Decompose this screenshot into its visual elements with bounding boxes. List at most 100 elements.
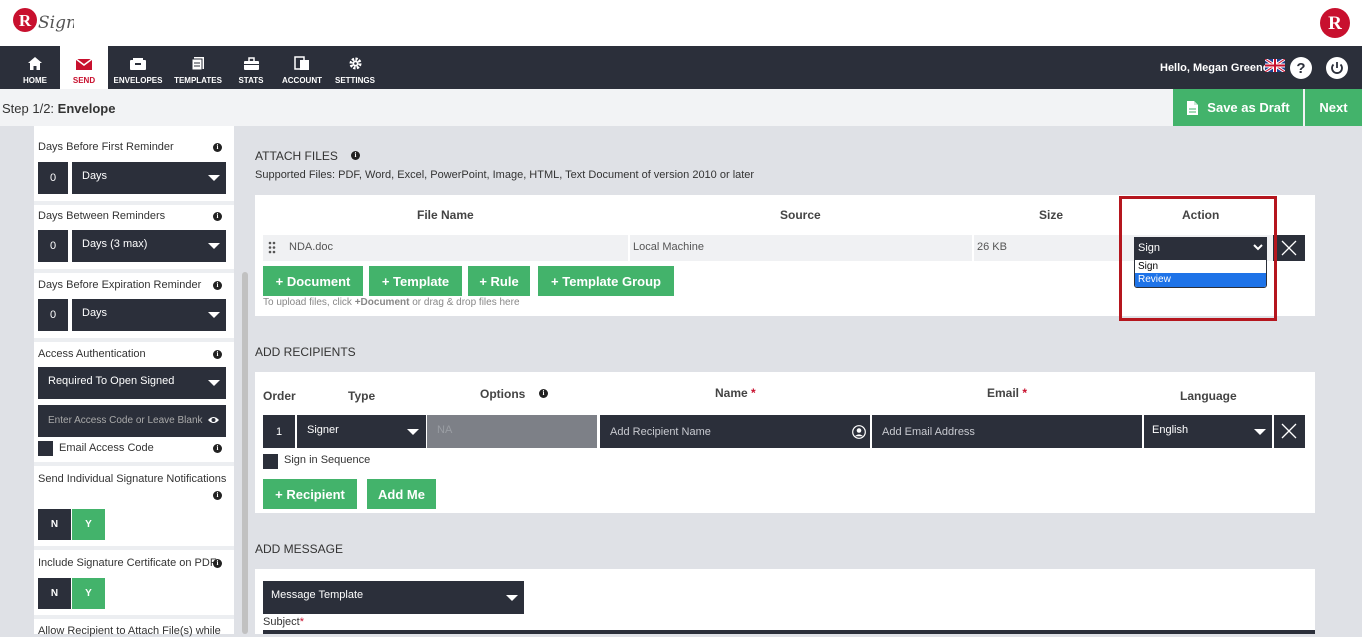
add-me-button[interactable]: Add Me — [367, 479, 436, 509]
cell-divider — [628, 235, 630, 261]
access-auth-select[interactable]: Required To Open Signed — [38, 367, 226, 399]
access-code-input[interactable]: Enter Access Code or Leave Blank — [38, 405, 226, 437]
notifications-no-toggle[interactable]: N — [38, 509, 71, 540]
required-mark: * — [299, 616, 304, 628]
add-template-button[interactable]: + Template — [369, 266, 462, 296]
save-draft-button[interactable]: Save as Draft — [1173, 89, 1303, 126]
drag-handle-icon[interactable] — [268, 241, 276, 254]
info-icon[interactable]: i — [213, 281, 222, 290]
chevron-down-icon — [407, 429, 419, 435]
nav-account[interactable]: ACCOUNT — [280, 46, 324, 89]
svg-text:R: R — [19, 11, 32, 30]
between-reminders-unit-select[interactable]: Days (3 max) — [72, 230, 226, 262]
power-icon[interactable] — [1325, 56, 1349, 80]
home-icon — [28, 57, 42, 70]
uk-flag-icon[interactable] — [1265, 59, 1285, 72]
upload-hint-bold: +Document — [354, 297, 410, 308]
chevron-down-icon — [506, 595, 518, 601]
expiration-reminder-unit: Days — [82, 307, 108, 319]
email-header: Email * — [987, 386, 1027, 400]
step-indicator: Step 1/2: Envelope — [2, 101, 115, 116]
info-icon[interactable]: i — [213, 212, 222, 221]
source-header: Source — [780, 208, 821, 222]
access-auth-label: Access Authentication — [38, 348, 146, 360]
chevron-down-icon — [208, 380, 220, 386]
expiration-reminder-value[interactable]: 0 — [38, 299, 68, 331]
nav-send[interactable]: SEND — [60, 46, 108, 89]
nav-settings[interactable]: SETTINGS — [334, 46, 376, 89]
add-template-group-button[interactable]: + Template Group — [538, 266, 674, 296]
recipient-name-placeholder: Add Recipient Name — [610, 426, 711, 438]
first-reminder-label: Days Before First Reminder — [38, 141, 174, 153]
file-name-cell: NDA.doc — [289, 241, 334, 253]
between-reminders-value[interactable]: 0 — [38, 230, 68, 262]
nav-home[interactable]: HOME — [10, 46, 60, 89]
step-prefix: Step 1/2: — [2, 101, 55, 116]
next-button[interactable]: Next — [1305, 89, 1362, 126]
first-reminder-unit-select[interactable]: Days — [72, 162, 226, 194]
recipient-options-field: NA — [427, 415, 597, 448]
remove-recipient-button[interactable] — [1274, 415, 1305, 448]
allow-attach-label: Allow Recipient to Attach File(s) while — [38, 625, 221, 637]
chevron-down-icon — [208, 243, 220, 249]
subject-input[interactable] — [263, 630, 1315, 634]
upload-hint: To upload files, click +Document or drag… — [263, 297, 520, 308]
nav-stats[interactable]: STATS — [232, 46, 270, 89]
sidebar-scrollbar[interactable] — [242, 272, 248, 634]
recipient-order-cell[interactable]: 1 — [263, 415, 295, 448]
info-icon[interactable]: i — [213, 491, 222, 500]
individual-notifications-label: Send Individual Signature Notifications — [38, 473, 227, 485]
sign-in-sequence-checkbox[interactable] — [263, 454, 278, 469]
recipient-language-value: English — [1152, 424, 1189, 436]
notifications-yes-toggle[interactable]: Y — [72, 509, 105, 540]
nav-account-label: ACCOUNT — [282, 76, 322, 85]
info-icon[interactable]: i — [539, 389, 548, 398]
expiration-reminder-unit-select[interactable]: Days — [72, 299, 226, 331]
recipient-name-input[interactable]: Add Recipient Name — [600, 415, 870, 448]
nav-templates[interactable]: TEMPLATES — [172, 46, 224, 89]
recipient-language-select[interactable]: English — [1144, 415, 1272, 448]
name-header: Name * — [715, 386, 756, 400]
svg-text:R: R — [1328, 13, 1342, 34]
info-icon[interactable]: i — [213, 444, 222, 453]
recipient-type-select[interactable]: Signer — [297, 415, 426, 448]
info-icon[interactable]: i — [213, 143, 222, 152]
recipient-email-placeholder: Add Email Address — [882, 426, 975, 438]
order-header: Order — [263, 389, 296, 403]
email-access-code-checkbox[interactable] — [38, 441, 53, 456]
add-document-button[interactable]: + Document — [263, 266, 363, 296]
nav-send-label: SEND — [72, 76, 96, 85]
divider — [34, 201, 234, 205]
chevron-down-icon — [208, 175, 220, 181]
sign-in-sequence-label: Sign in Sequence — [284, 454, 371, 466]
info-icon[interactable]: i — [213, 559, 222, 568]
highlight-box — [1119, 196, 1277, 321]
required-mark: * — [751, 386, 756, 400]
rsign-logo[interactable]: R Sign — [12, 6, 74, 40]
brand-logo-icon: R — [1320, 8, 1350, 38]
divider — [34, 462, 234, 466]
between-reminders-label: Days Between Reminders — [38, 210, 166, 222]
account-icon — [294, 56, 309, 70]
message-template-select[interactable]: Message Template — [263, 581, 524, 614]
info-icon[interactable]: i — [351, 151, 360, 160]
close-icon — [1281, 423, 1297, 439]
briefcase-icon — [243, 57, 259, 70]
certificate-yes-toggle[interactable]: Y — [72, 578, 105, 609]
add-rule-button[interactable]: + Rule — [468, 266, 530, 296]
user-greeting: Hello, Megan Greene — [1160, 62, 1269, 74]
info-icon[interactable]: i — [213, 350, 222, 359]
add-recipient-button[interactable]: + Recipient — [263, 479, 357, 509]
recipient-email-input[interactable]: Add Email Address — [872, 415, 1142, 448]
cell-divider — [972, 235, 974, 261]
eye-icon[interactable] — [207, 415, 220, 425]
contact-icon[interactable] — [852, 425, 866, 439]
attach-files-title: ATTACH FILES — [255, 149, 338, 163]
svg-text:?: ? — [1296, 60, 1305, 77]
certificate-no-toggle[interactable]: N — [38, 578, 71, 609]
remove-file-button[interactable] — [1273, 235, 1305, 261]
nav-envelopes[interactable]: ENVELOPES — [112, 46, 164, 89]
divider — [34, 546, 234, 550]
first-reminder-value[interactable]: 0 — [38, 162, 68, 194]
help-icon[interactable]: ? — [1289, 56, 1313, 80]
